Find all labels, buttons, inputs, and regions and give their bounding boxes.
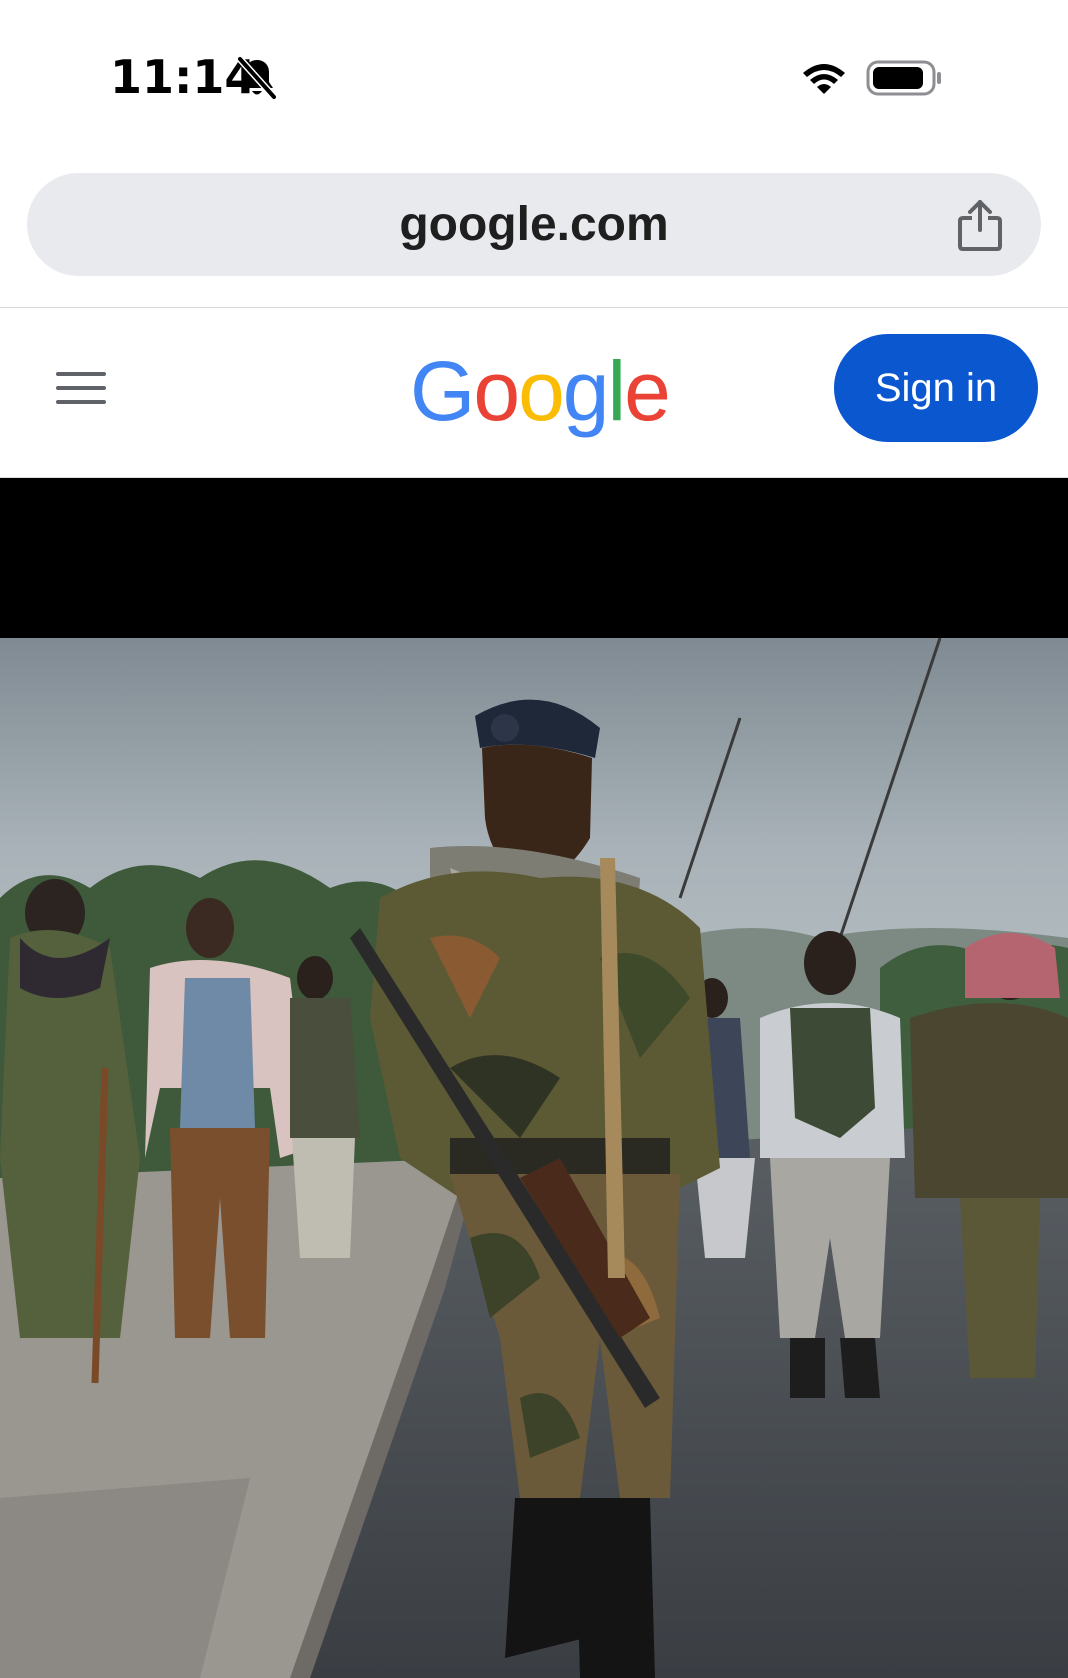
google-header: Google Sign in bbox=[0, 308, 1068, 478]
bell-off-icon bbox=[236, 56, 278, 100]
logo-letter: G bbox=[410, 344, 475, 438]
media-letterbox bbox=[0, 478, 1068, 638]
battery-icon bbox=[866, 60, 941, 96]
status-time: 11:14 bbox=[110, 50, 257, 104]
menu-icon[interactable] bbox=[56, 370, 106, 406]
logo-letter: g bbox=[562, 344, 610, 438]
share-icon[interactable] bbox=[955, 198, 1005, 252]
address-bar[interactable]: google.com bbox=[27, 173, 1041, 276]
news-photo[interactable] bbox=[0, 638, 1068, 1678]
screen: 11:14 google.com Google Sign in bbox=[0, 0, 1068, 1678]
google-logo[interactable]: Google bbox=[410, 344, 671, 438]
logo-letter: e bbox=[624, 344, 671, 438]
status-bar: 11:14 bbox=[0, 0, 1068, 160]
wifi-icon bbox=[803, 64, 845, 94]
logo-letter: o bbox=[473, 344, 520, 438]
sign-in-button[interactable]: Sign in bbox=[834, 334, 1038, 442]
url-text[interactable]: google.com bbox=[27, 173, 1041, 276]
news-photo-graphic bbox=[0, 638, 1068, 1678]
logo-letter: o bbox=[518, 344, 565, 438]
logo-letter: l bbox=[607, 344, 627, 438]
